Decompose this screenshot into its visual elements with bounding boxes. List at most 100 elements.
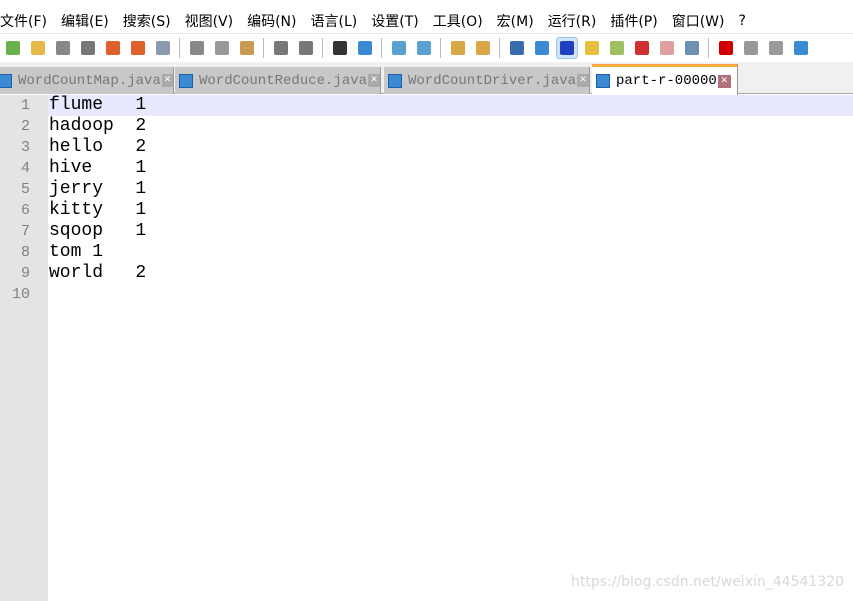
menu-item[interactable]: 视图(V) (178, 11, 241, 31)
stop-macro-button[interactable] (741, 38, 761, 58)
doc-map-icon (609, 40, 624, 55)
doc-map-button[interactable] (607, 38, 627, 58)
text-editor[interactable]: flume 1 hadoop 2 hello 2 hive 1 jerry 1 kitty… (48, 95, 853, 601)
close-tab-icon[interactable]: ✕ (717, 74, 731, 88)
menu-item[interactable]: 编码(N) (240, 11, 303, 31)
find-button[interactable] (330, 38, 350, 58)
line-number: 4 (20, 160, 30, 177)
watermark: https://blog.csdn.net/weixin_44541320 (570, 574, 844, 590)
play-macro-button[interactable] (766, 38, 786, 58)
line-number: 5 (20, 181, 30, 198)
line-number: 3 (20, 139, 30, 156)
word-wrap-icon (509, 40, 524, 55)
line-number: 10 (11, 286, 30, 303)
menu-item[interactable]: 搜索(S) (116, 11, 178, 31)
copy-button[interactable] (212, 38, 232, 58)
menu-item[interactable]: 工具(O) (426, 11, 490, 31)
replace-button[interactable] (355, 38, 375, 58)
open-file-button[interactable] (28, 38, 48, 58)
tab-wordcountdriver-java[interactable]: WordCountDriver.java ✕ (384, 67, 590, 94)
play-macro-icon (768, 40, 783, 55)
tab-label: WordCountReduce.java (199, 72, 368, 89)
cut-icon (189, 40, 204, 55)
toolbar-separator (440, 37, 441, 58)
tab-part-r-00000[interactable]: part-r-00000 ✕ (592, 64, 738, 95)
toolbar-separator (322, 37, 323, 58)
text-line: world 2 (49, 263, 147, 283)
indent-guide-button[interactable] (555, 36, 578, 59)
menu-item[interactable]: 运行(R) (541, 11, 604, 31)
save-status-icon (596, 74, 610, 88)
redo-icon (298, 40, 313, 55)
show-all-chars-icon (534, 40, 549, 55)
sync-horizontal-icon (475, 40, 490, 55)
redo-button[interactable] (296, 38, 316, 58)
paste-button[interactable] (237, 38, 257, 58)
new-file-button[interactable] (3, 38, 23, 58)
menu-item[interactable]: 宏(M) (490, 11, 541, 31)
sync-vertical-button[interactable] (448, 38, 468, 58)
save-status-icon (388, 73, 402, 88)
tab-wordcountmap-java[interactable]: WordCountMap.java ✕ (0, 67, 174, 94)
text-line: kitty 1 (49, 200, 147, 220)
close-tab-icon[interactable]: ✕ (577, 74, 589, 87)
run-macro-multiple-button[interactable] (791, 38, 811, 58)
zoom-in-button[interactable] (389, 38, 409, 58)
text-line: sqoop 1 (49, 221, 147, 241)
function-list-button[interactable] (632, 38, 652, 58)
menu-item[interactable]: 插件(P) (603, 11, 664, 31)
sync-horizontal-button[interactable] (473, 38, 493, 58)
tab-wordcountreduce-java[interactable]: WordCountReduce.java ✕ (175, 67, 381, 94)
toolbar (0, 33, 853, 61)
save-status-icon (0, 73, 12, 88)
save-all-icon (80, 40, 95, 55)
undo-button[interactable] (271, 38, 291, 58)
copy-icon (214, 40, 229, 55)
line-number: 9 (20, 265, 30, 282)
close-tab-icon[interactable]: ✕ (161, 74, 173, 87)
cut-button[interactable] (187, 38, 207, 58)
user-lang-button[interactable] (582, 38, 602, 58)
zoom-out-button[interactable] (414, 38, 434, 58)
menu-item[interactable]: 设置(T) (364, 11, 425, 31)
show-all-chars-button[interactable] (532, 38, 552, 58)
run-macro-multiple-icon (793, 40, 808, 55)
menu-item[interactable]: ? (732, 13, 753, 29)
text-line: hadoop 2 (49, 116, 147, 136)
close-all-button[interactable] (128, 38, 148, 58)
record-macro-button[interactable] (716, 38, 736, 58)
folder-workspace-icon (659, 40, 674, 55)
line-number: 7 (20, 223, 30, 240)
monitoring-button[interactable] (682, 38, 702, 58)
close-icon (105, 40, 120, 55)
text-line (48, 284, 853, 305)
print-button[interactable] (153, 38, 173, 58)
toolbar-separator (708, 37, 709, 58)
save-all-button[interactable] (78, 38, 98, 58)
tab-bar: WordCountMap.java ✕ WordCountReduce.java ✕ W… (0, 62, 853, 95)
menu-item[interactable]: 文件(F) (0, 11, 54, 31)
save-button[interactable] (53, 38, 73, 58)
menu-bar: 文件(F) 编辑(E) 搜索(S) 视图(V) 编码(N) 语言(L) 设置(T) 工具(O)… (0, 0, 853, 32)
close-tab-icon[interactable]: ✕ (368, 74, 380, 87)
toolbar-separator (263, 37, 264, 58)
menu-item[interactable]: 语言(L) (304, 11, 365, 31)
function-list-icon (634, 40, 649, 55)
save-icon (55, 40, 70, 55)
find-icon (332, 40, 347, 55)
menu-item[interactable]: 编辑(E) (54, 11, 116, 31)
indent-guide-icon (559, 40, 574, 55)
menu-item[interactable]: 窗口(W) (665, 11, 732, 31)
word-wrap-button[interactable] (507, 38, 527, 58)
folder-workspace-button[interactable] (657, 38, 677, 58)
line-number: 2 (20, 118, 30, 135)
text-line: hello 2 (49, 137, 147, 157)
user-lang-icon (584, 40, 599, 55)
save-status-icon (179, 73, 193, 88)
toolbar-separator (179, 37, 180, 58)
new-file-icon (5, 40, 20, 55)
monitoring-icon (684, 40, 699, 55)
line-number: 6 (20, 202, 30, 219)
close-button[interactable] (103, 38, 123, 58)
text-line: hive 1 (49, 158, 147, 178)
